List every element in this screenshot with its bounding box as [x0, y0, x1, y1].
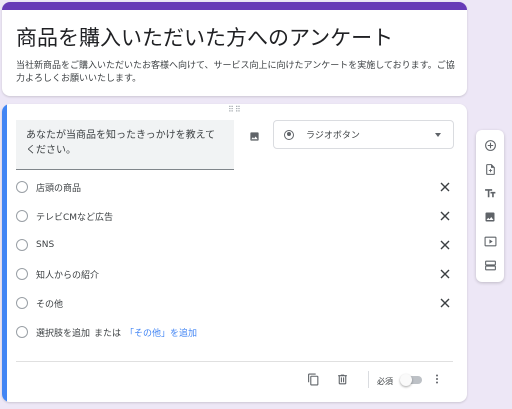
- required-toggle[interactable]: [400, 374, 422, 386]
- add-circle-icon: [484, 139, 496, 151]
- add-section-button[interactable]: [482, 257, 498, 273]
- question-type-dropdown[interactable]: ラジオボタン: [273, 120, 454, 149]
- option-row[interactable]: 知人からの紹介: [16, 265, 452, 283]
- remove-option-button[interactable]: [438, 296, 452, 310]
- form-title[interactable]: 商品を購入いただいた方へのアンケート: [16, 22, 393, 52]
- option-row[interactable]: 店頭の商品: [16, 178, 452, 196]
- question-card[interactable]: ⠿⠿ あなたが当商品を知ったきっかけを教えてください。 ラジオボタン 店頭の商品…: [2, 104, 467, 402]
- title-text-icon: [484, 188, 495, 197]
- active-question-indicator: [2, 104, 7, 402]
- radio-icon: [16, 210, 28, 222]
- footer-separator: [368, 371, 369, 388]
- radio-button-icon: [284, 129, 294, 140]
- more-vert-icon: [436, 374, 438, 384]
- add-question-button[interactable]: [482, 137, 498, 153]
- chevron-down-icon: [435, 133, 441, 137]
- add-option-button[interactable]: 選択肢を追加: [36, 326, 90, 339]
- close-icon: [440, 211, 450, 221]
- option-label[interactable]: 店頭の商品: [36, 181, 438, 194]
- radio-icon: [16, 297, 28, 309]
- radio-icon: [16, 326, 28, 338]
- remove-option-button[interactable]: [438, 238, 452, 252]
- remove-option-button[interactable]: [438, 180, 452, 194]
- trash-icon: [337, 374, 347, 384]
- add-other-link[interactable]: 「その他」を追加: [125, 326, 197, 339]
- close-icon: [440, 269, 450, 279]
- question-type-label: ラジオボタン: [306, 131, 360, 141]
- more-options-button[interactable]: [429, 371, 445, 387]
- option-row[interactable]: テレビCMなど広告: [16, 207, 452, 225]
- video-icon: [484, 236, 496, 246]
- add-image-toolbar-button[interactable]: [482, 209, 498, 225]
- option-row[interactable]: SNS: [16, 236, 452, 254]
- add-video-button[interactable]: [482, 233, 498, 249]
- title-accent-bar: [2, 2, 467, 10]
- import-question-icon: [485, 163, 495, 175]
- add-image-button[interactable]: [244, 126, 264, 146]
- drag-handle-icon[interactable]: ⠿⠿: [228, 106, 242, 114]
- required-label: 必須: [377, 377, 393, 386]
- duplicate-button[interactable]: [305, 371, 321, 387]
- toggle-knob: [400, 374, 412, 386]
- radio-icon: [16, 239, 28, 251]
- question-toolbar: [476, 130, 504, 282]
- remove-option-button[interactable]: [438, 267, 452, 281]
- add-option-row: 選択肢を追加 または 「その他」を追加: [16, 323, 452, 341]
- copy-icon: [307, 373, 318, 385]
- footer-divider: [16, 361, 453, 362]
- delete-button[interactable]: [334, 371, 350, 387]
- option-label[interactable]: 知人からの紹介: [36, 268, 438, 281]
- remove-option-button[interactable]: [438, 209, 452, 223]
- close-icon: [440, 240, 450, 250]
- close-icon: [440, 298, 450, 308]
- option-label[interactable]: その他: [36, 297, 438, 310]
- image-icon: [249, 131, 259, 141]
- or-label: または: [94, 328, 122, 339]
- option-row[interactable]: その他: [16, 294, 452, 312]
- close-icon: [440, 182, 450, 192]
- option-label[interactable]: SNS: [36, 240, 438, 250]
- radio-icon: [16, 181, 28, 193]
- section-icon: [484, 260, 496, 270]
- add-title-button[interactable]: [482, 185, 498, 201]
- option-label[interactable]: テレビCMなど広告: [36, 210, 438, 223]
- form-description[interactable]: 当社新商品をご購入いただいたお客様へ向けて、サービス向上に向けたアンケートを実施…: [16, 60, 456, 86]
- form-title-card[interactable]: 商品を購入いただいた方へのアンケート 当社新商品をご購入いただいたお客様へ向けて…: [2, 2, 467, 96]
- question-title-input[interactable]: あなたが当商品を知ったきっかけを教えてください。: [16, 120, 234, 170]
- import-questions-button[interactable]: [482, 161, 498, 177]
- radio-icon: [16, 268, 28, 280]
- image-icon: [485, 212, 495, 222]
